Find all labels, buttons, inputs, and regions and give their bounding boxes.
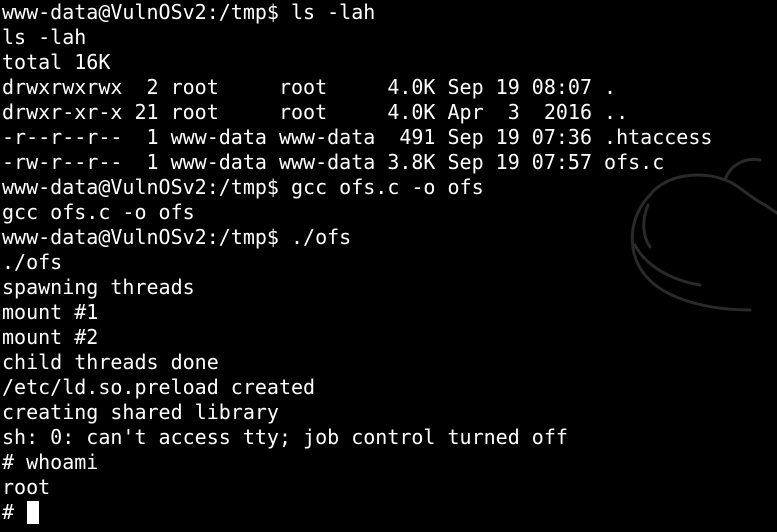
shell-prompt: # [2,500,27,524]
terminal-window[interactable]: www-data@VulnOSv2:/tmp$ ls -lah ls -lah … [0,0,777,532]
terminal-line: -rw-r--r-- 1 www-data www-data 3.8K Sep … [2,150,665,174]
terminal-line: gcc ofs.c -o ofs [2,200,195,224]
terminal-line: mount #2 [2,325,99,349]
terminal-line: -r--r--r-- 1 www-data www-data 491 Sep 1… [2,125,713,149]
terminal-line: root [2,475,51,499]
terminal-line: /etc/ld.so.preload created [2,375,316,399]
terminal-output: www-data@VulnOSv2:/tmp$ ls -lah ls -lah … [2,0,712,525]
terminal-line: www-data@VulnOSv2:/tmp$ ls -lah [2,0,376,24]
text-cursor[interactable] [27,501,40,524]
terminal-line: drwxrwxrwx 2 root root 4.0K Sep 19 08:07… [2,75,617,99]
terminal-line: mount #1 [2,300,99,324]
terminal-line: spawning threads [2,275,195,299]
prompt-line[interactable]: # [2,500,712,525]
terminal-line: www-data@VulnOSv2:/tmp$ gcc ofs.c -o ofs [2,175,484,199]
terminal-line: # whoami [2,450,99,474]
terminal-line: drwxr-xr-x 21 root root 4.0K Apr 3 2016 … [2,100,629,124]
terminal-line: total 16K [2,50,111,74]
terminal-line: creating shared library [2,400,279,424]
terminal-line: sh: 0: can't access tty; job control tur… [2,425,568,449]
terminal-line: www-data@VulnOSv2:/tmp$ ./ofs [2,225,352,249]
terminal-line: ./ofs [2,250,63,274]
terminal-line: ls -lah [2,25,87,49]
terminal-line: child threads done [2,350,219,374]
